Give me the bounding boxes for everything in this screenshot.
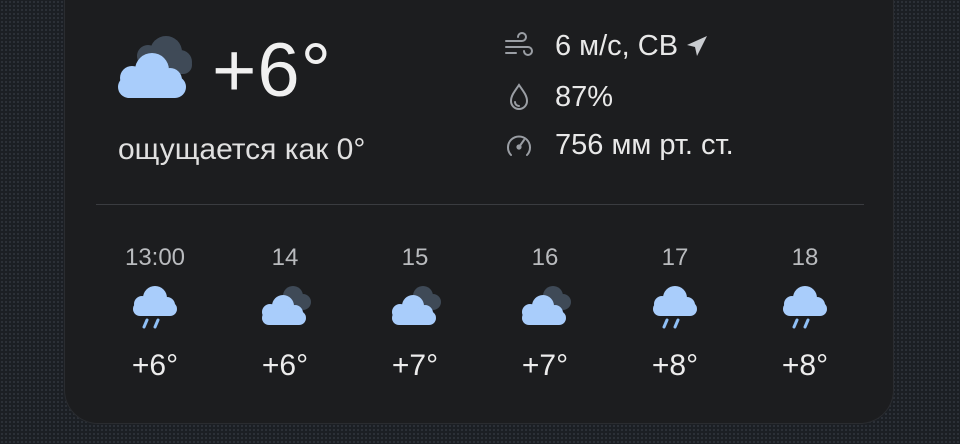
hourly-item[interactable]: 18 +8° (750, 238, 860, 384)
hour-time: 15 (401, 244, 429, 271)
hour-time: 14 (271, 244, 299, 271)
current-temperature: +6° (212, 28, 333, 113)
humidity-value: 87% (555, 80, 614, 113)
wind-value: 6 м/с, СВ (555, 29, 679, 62)
hour-temperature: +8° (651, 349, 699, 382)
cloudy-icon (522, 286, 571, 325)
hourly-item[interactable]: 14 +6° (230, 238, 340, 384)
cloudy-icon (118, 36, 192, 98)
rain-icon (783, 286, 827, 329)
divider (96, 204, 864, 205)
feels-like-text: ощущается как 0° (118, 133, 366, 166)
hourly-item[interactable]: 16 +7° (490, 238, 600, 384)
hour-time: 16 (531, 244, 559, 271)
hour-time: 13:00 (124, 244, 186, 271)
wind-icon (505, 32, 533, 56)
pressure-row: 756 мм рт. ст. (503, 125, 734, 165)
humidity-row: 87% (503, 77, 613, 117)
cloudy-icon (262, 286, 311, 325)
hourly-item[interactable]: 17 +8° (620, 238, 730, 384)
wind-row: 6 м/с, СВ (503, 26, 710, 66)
hourly-item[interactable]: 13:00 +6° (100, 238, 210, 384)
pressure-value: 756 мм рт. ст. (555, 128, 734, 161)
hour-temperature: +8° (781, 349, 829, 382)
wind-direction-arrow-icon (687, 36, 708, 56)
droplet-icon (509, 83, 529, 110)
hour-temperature: +6° (261, 349, 309, 382)
hourly-item[interactable]: 15 +7° (360, 238, 470, 384)
hour-temperature: +6° (131, 349, 179, 382)
hour-temperature: +7° (521, 349, 569, 382)
rain-icon (133, 286, 177, 329)
rain-icon (653, 286, 697, 329)
cloudy-icon (392, 286, 441, 325)
pressure-gauge-icon (507, 135, 531, 156)
hour-time: 17 (661, 244, 689, 271)
hour-time: 18 (791, 244, 819, 271)
hour-temperature: +7° (391, 349, 439, 382)
